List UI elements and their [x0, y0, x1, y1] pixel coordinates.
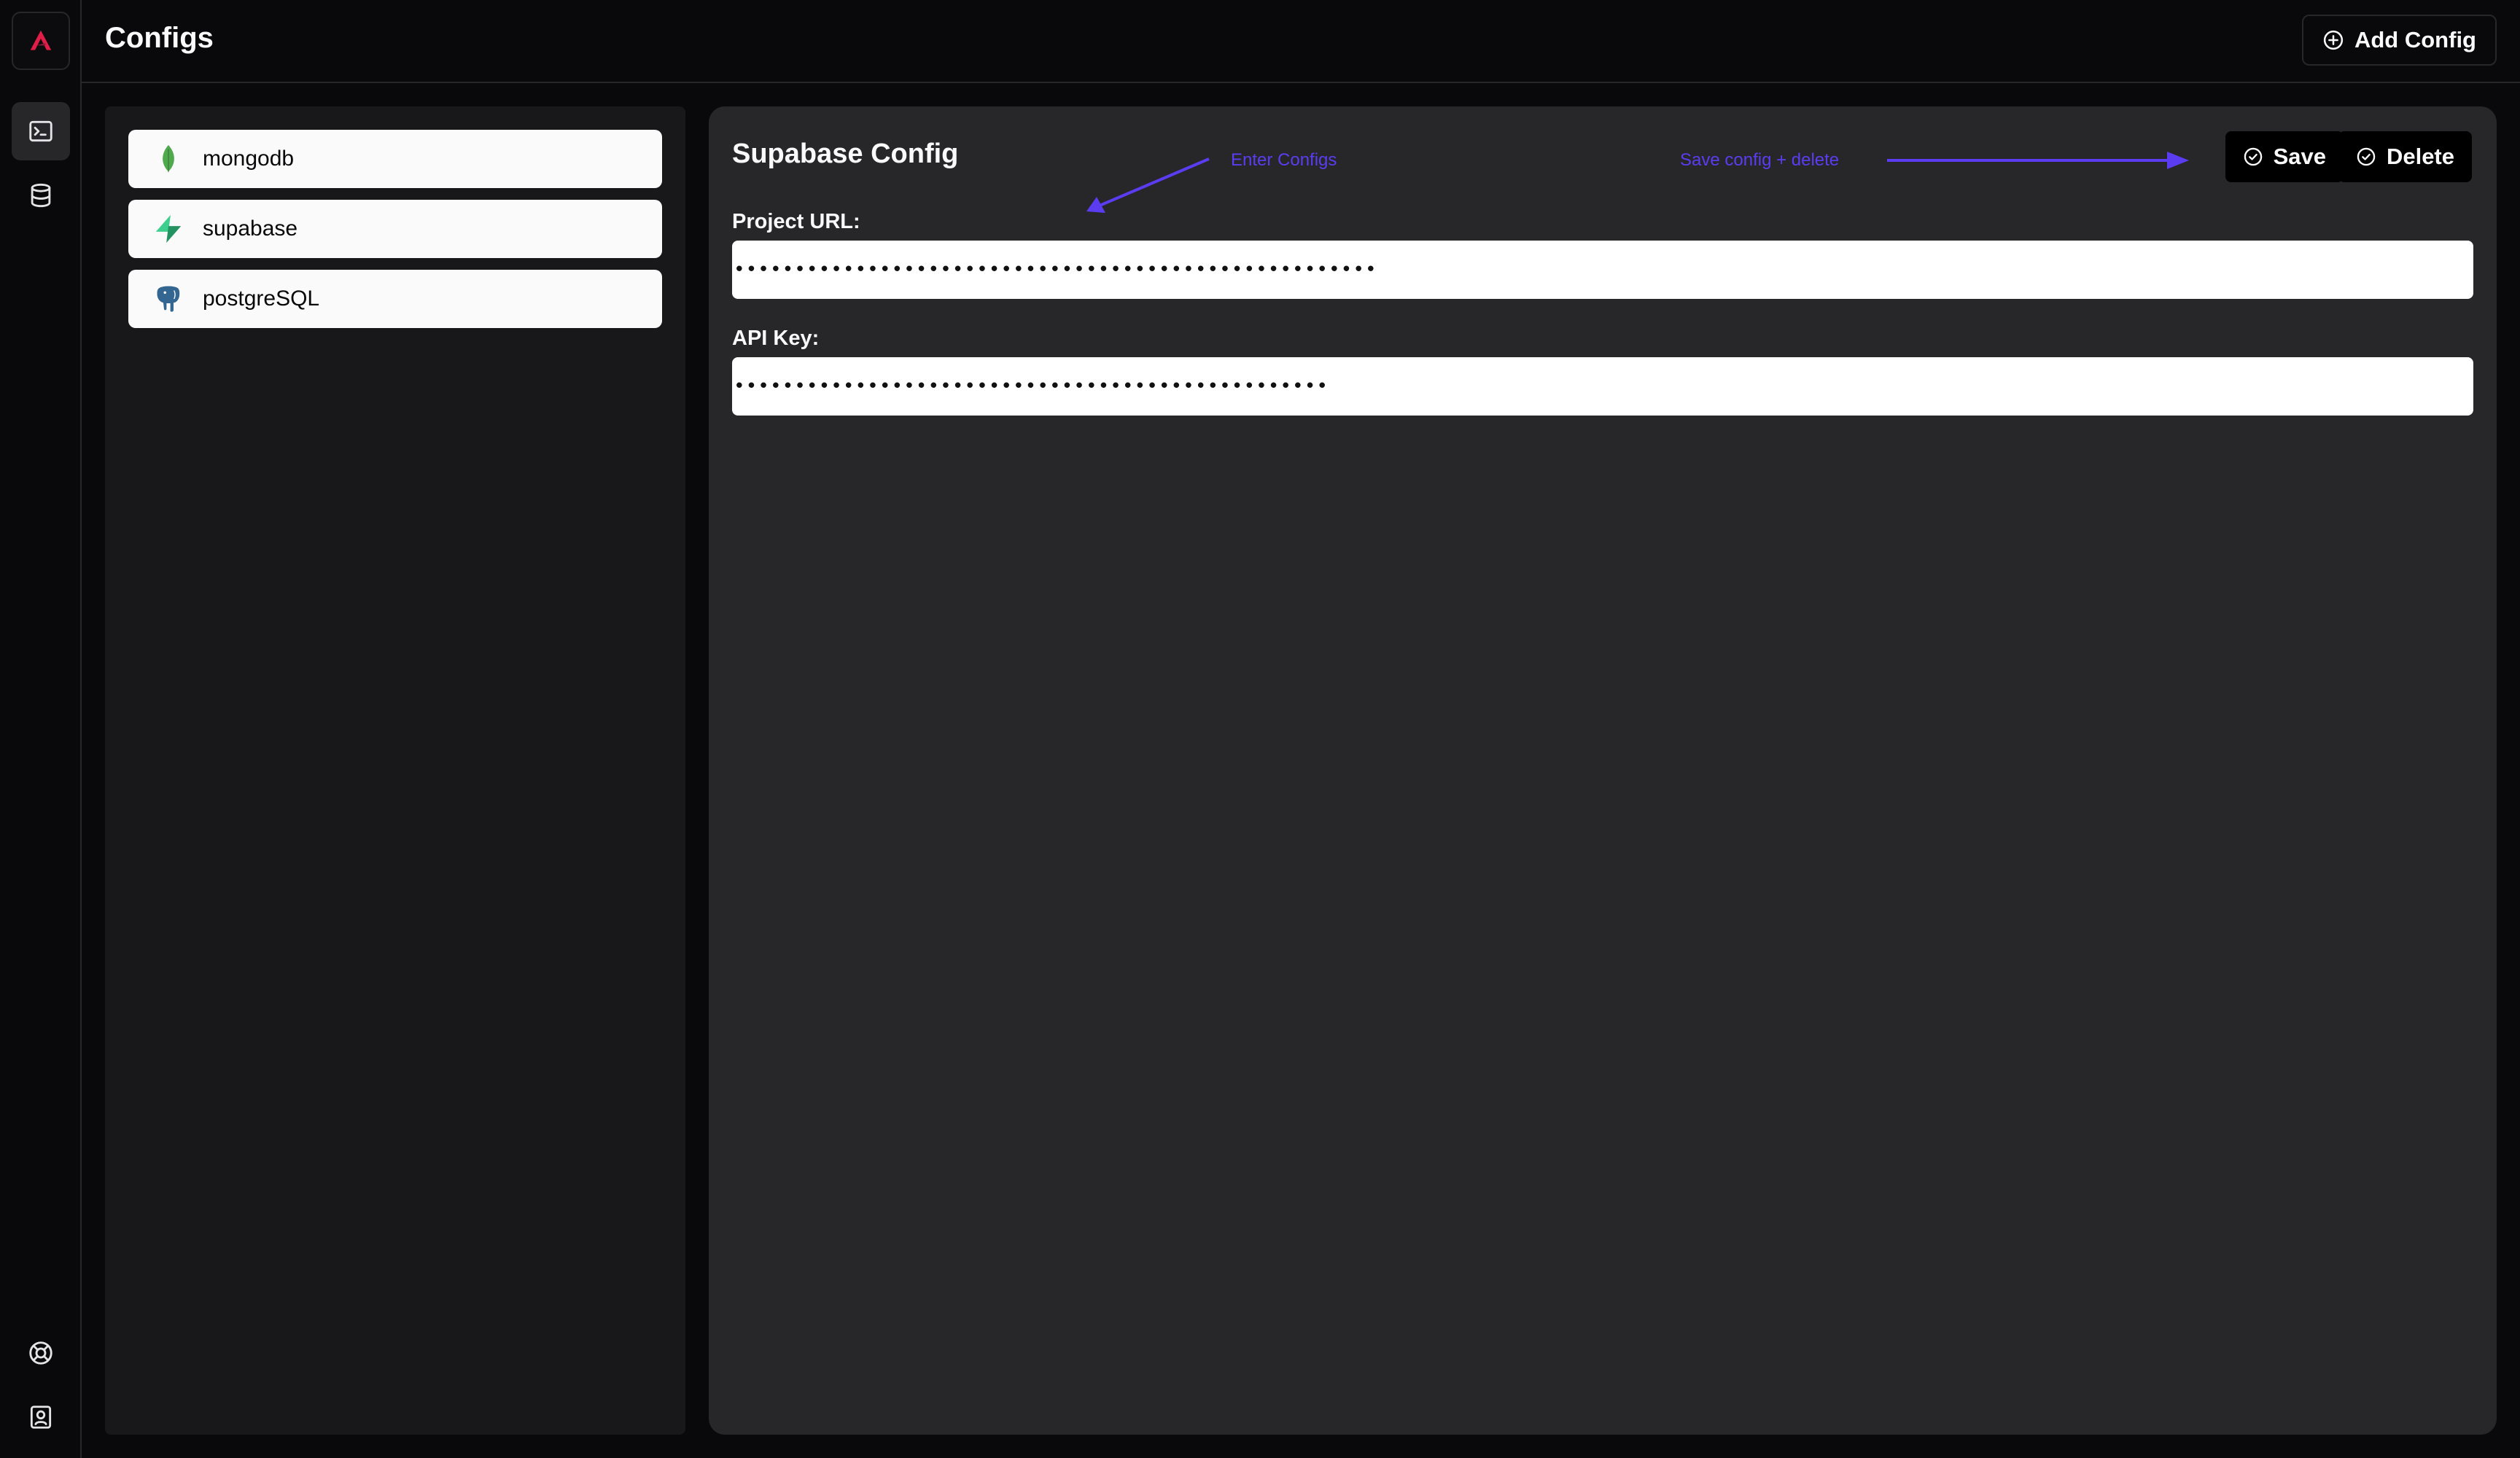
project-url-input[interactable]: ••••••••••••••••••••••••••••••••••••••••… — [732, 241, 2473, 299]
logo-mark — [30, 30, 52, 50]
check-circle-icon — [2357, 147, 2376, 166]
config-list-panel: mongodb supabase postgreSQL — [105, 106, 685, 1435]
delete-label: Delete — [2386, 144, 2454, 169]
icon-rail — [0, 0, 82, 1458]
terminal-icon[interactable] — [12, 102, 70, 160]
config-detail-panel: Supabase Config Enter Configs Save confi… — [709, 106, 2497, 1435]
contact-icon[interactable] — [12, 1388, 70, 1446]
supabase-bolt-icon — [150, 211, 187, 247]
database-icon[interactable] — [12, 166, 70, 225]
check-circle-icon — [2244, 147, 2262, 166]
plus-circle-icon — [2323, 30, 2344, 50]
add-config-label: Add Config — [2354, 27, 2476, 52]
api-key-input[interactable]: ••••••••••••••••••••••••••••••••••••••••… — [732, 357, 2473, 416]
save-label: Save — [2273, 144, 2326, 169]
postgresql-elephant-icon — [150, 281, 187, 317]
annotation-save-delete: Save config + delete — [1680, 150, 1840, 170]
detail-title: Supabase Config — [732, 139, 959, 169]
annotation-arrow-icon — [1086, 157, 1210, 213]
config-item-supabase[interactable]: supabase — [128, 200, 662, 258]
save-button[interactable]: Save — [2225, 131, 2344, 182]
config-item-label: postgreSQL — [203, 286, 320, 311]
config-item-label: mongodb — [203, 147, 295, 171]
config-item-label: supabase — [203, 217, 298, 241]
page-title: Configs — [105, 22, 214, 54]
delete-button[interactable]: Delete — [2338, 131, 2472, 182]
project-url-label: Project URL: — [732, 210, 860, 233]
top-bar: Configs Add Config — [82, 0, 2520, 83]
mongodb-leaf-icon — [150, 141, 187, 177]
config-item-mongodb[interactable]: mongodb — [128, 130, 662, 188]
api-key-label: API Key: — [732, 327, 820, 350]
config-item-postgresql[interactable]: postgreSQL — [128, 270, 662, 328]
annotation-enter-configs: Enter Configs — [1231, 150, 1337, 170]
app-logo-icon[interactable] — [12, 12, 70, 70]
lifebuoy-icon[interactable] — [12, 1324, 70, 1382]
add-config-button[interactable]: Add Config — [2301, 15, 2497, 66]
annotation-arrow-icon — [1887, 152, 2189, 169]
